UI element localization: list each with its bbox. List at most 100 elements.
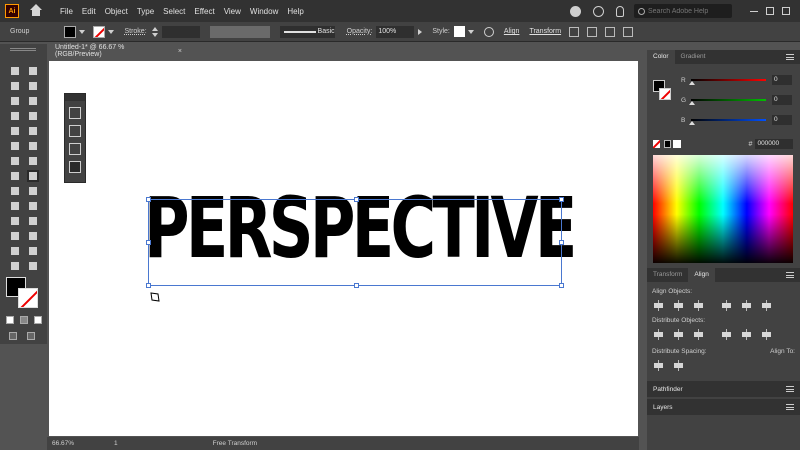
fill-color-swatch[interactable] [64, 25, 77, 38]
warp-tool-icon[interactable] [9, 170, 21, 182]
color-spectrum[interactable] [653, 155, 793, 263]
menu-effect[interactable]: Effect [194, 7, 214, 16]
white-swatch[interactable] [673, 140, 681, 148]
isolate-group-icon[interactable] [569, 26, 580, 37]
color-mode-icon[interactable] [6, 316, 14, 324]
artboard-tool-icon[interactable] [9, 245, 21, 257]
distribute-top-icon[interactable] [653, 329, 664, 340]
align-right-icon[interactable] [693, 300, 704, 311]
search-help-box[interactable] [634, 4, 732, 18]
menu-view[interactable]: View [224, 7, 241, 16]
handle-bottom-left[interactable] [146, 283, 151, 288]
eraser-tool-icon[interactable] [27, 140, 39, 152]
scale-tool-icon[interactable] [27, 155, 39, 167]
distribute-left-icon[interactable] [721, 329, 732, 340]
align-left-icon[interactable] [653, 300, 664, 311]
rectangle-tool-icon[interactable] [9, 125, 21, 137]
type-tool-icon[interactable] [9, 110, 21, 122]
distribute-vcenter-icon[interactable] [673, 329, 684, 340]
free-transform-mode-icon[interactable] [69, 125, 81, 137]
search-input[interactable] [648, 7, 728, 15]
tab-transform[interactable]: Transform [647, 268, 688, 282]
zoom-tool-icon[interactable] [27, 260, 39, 272]
chevron-down-icon[interactable] [467, 29, 474, 34]
red-slider[interactable] [689, 79, 766, 85]
handle-middle-right[interactable] [559, 240, 564, 245]
menu-object[interactable]: Object [105, 7, 128, 16]
distribute-hcenter-icon[interactable] [741, 329, 752, 340]
widget-grip[interactable] [65, 94, 85, 101]
chevron-down-icon[interactable] [108, 29, 115, 34]
curvature-tool-icon[interactable] [27, 95, 39, 107]
menu-select[interactable]: Select [163, 7, 185, 16]
menu-help[interactable]: Help [287, 7, 303, 16]
tab-align[interactable]: Align [688, 268, 715, 282]
green-slider[interactable] [689, 99, 766, 105]
align-bottom-icon[interactable] [761, 300, 772, 311]
handle-top-left[interactable] [146, 197, 151, 202]
menu-type[interactable]: Type [137, 7, 154, 16]
perspective-distort-icon[interactable] [69, 143, 81, 155]
color-panel-stroke[interactable] [659, 88, 671, 100]
chevron-right-icon[interactable] [418, 28, 423, 35]
align-top-icon[interactable] [721, 300, 732, 311]
align-link[interactable]: Align [504, 28, 520, 35]
panel-menu-icon[interactable] [786, 386, 794, 392]
arrange-documents-icon[interactable] [605, 26, 616, 37]
shape-builder-tool-icon[interactable] [9, 185, 21, 197]
eyedropper-tool-icon[interactable] [9, 215, 21, 227]
hand-tool-icon[interactable] [9, 260, 21, 272]
handle-middle-left[interactable] [146, 240, 151, 245]
slice-tool-icon[interactable] [27, 245, 39, 257]
align-hcenter-icon[interactable] [673, 300, 684, 311]
mesh-tool-icon[interactable] [9, 200, 21, 212]
graphic-style-swatch[interactable] [453, 26, 465, 37]
lasso-tool-icon[interactable] [27, 80, 39, 92]
gradient-mode-icon[interactable] [20, 316, 28, 324]
panel-menu-icon[interactable] [786, 404, 794, 410]
black-swatch[interactable] [664, 140, 672, 148]
selection-bounding-box[interactable] [146, 197, 564, 288]
menu-window[interactable]: Window [250, 7, 278, 16]
green-value[interactable]: 0 [772, 95, 792, 105]
constrain-icon[interactable] [69, 107, 81, 119]
none-swatch[interactable] [653, 140, 661, 148]
lightbulb-icon[interactable] [616, 5, 624, 17]
stroke-color-swatch[interactable] [93, 25, 106, 38]
document-tab[interactable]: Untitled-1* @ 66.67 % (RGB/Preview) × [50, 44, 182, 58]
maximize-icon[interactable] [766, 7, 774, 15]
magic-wand-tool-icon[interactable] [9, 80, 21, 92]
panel-menu-icon[interactable] [623, 26, 634, 37]
layers-panel-tab[interactable]: Layers [647, 399, 800, 415]
updates-icon[interactable] [593, 5, 604, 17]
panel-menu-icon[interactable] [786, 54, 794, 60]
distribute-bottom-icon[interactable] [693, 329, 704, 340]
close-tab-icon[interactable]: × [178, 48, 182, 55]
blue-slider[interactable] [689, 119, 766, 125]
blend-tool-icon[interactable] [27, 215, 39, 227]
variable-width-profile[interactable] [209, 25, 270, 38]
paintbrush-tool-icon[interactable] [27, 125, 39, 137]
vertical-spacing-icon[interactable] [653, 360, 664, 371]
handle-bottom-center[interactable] [354, 283, 359, 288]
brush-definition-dropdown[interactable]: Basic [279, 25, 335, 38]
tab-gradient[interactable]: Gradient [675, 50, 712, 64]
selection-tool-icon[interactable] [9, 65, 21, 77]
pathfinder-panel-tab[interactable]: Pathfinder [647, 381, 800, 397]
transform-link[interactable]: Transform [529, 28, 561, 35]
artboard-number[interactable]: 1 [114, 440, 118, 447]
stroke-label[interactable]: Stroke: [124, 28, 146, 35]
horizontal-spacing-icon[interactable] [673, 360, 684, 371]
handle-top-right[interactable] [559, 197, 564, 202]
minimize-icon[interactable] [750, 7, 758, 12]
chevron-down-icon[interactable] [79, 29, 86, 34]
free-distort-icon[interactable] [69, 161, 81, 173]
rotate-tool-icon[interactable] [9, 155, 21, 167]
stroke-weight-stepper[interactable] [151, 26, 158, 38]
home-icon[interactable] [29, 4, 43, 18]
pen-tool-icon[interactable] [9, 95, 21, 107]
none-mode-icon[interactable] [34, 316, 42, 324]
blue-value[interactable]: 0 [772, 115, 792, 125]
menu-file[interactable]: File [60, 7, 73, 16]
handle-top-center[interactable] [354, 197, 359, 202]
